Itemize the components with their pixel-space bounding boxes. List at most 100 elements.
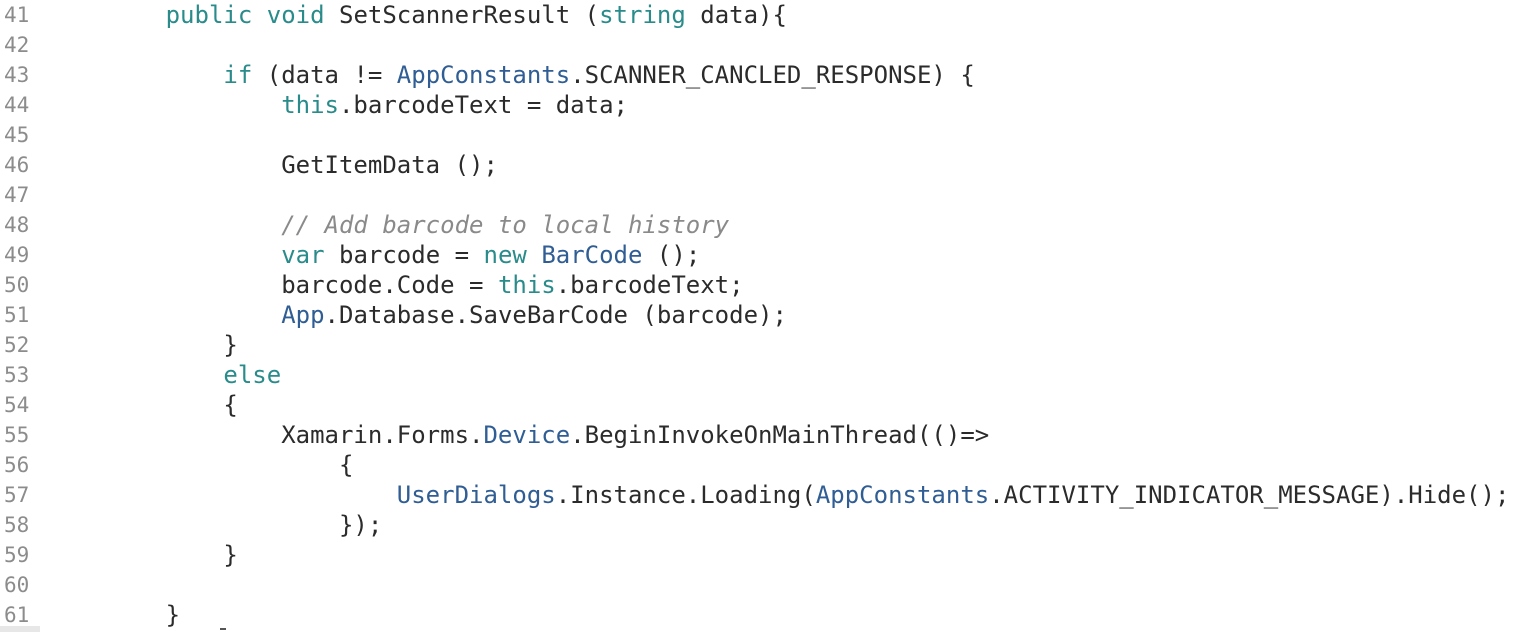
line-number: 46	[4, 153, 30, 177]
code-token-txt: .barcodeText = data;	[338, 91, 628, 119]
code-token-txt: ();	[642, 241, 701, 269]
code-line[interactable]: 47	[0, 180, 1516, 210]
code-line[interactable]: 58 });	[0, 510, 1516, 540]
code-text: var barcode = new BarCode ();	[50, 240, 700, 270]
code-token-txt: .Database.SaveBarCode (barcode);	[324, 301, 787, 329]
line-number: 54	[4, 393, 30, 417]
line-number: 57	[4, 483, 30, 507]
code-text: {	[50, 450, 353, 480]
code-line[interactable]: 41 public void SetScannerResult (string …	[0, 0, 1516, 30]
code-line[interactable]: 44 this.barcodeText = data;	[0, 90, 1516, 120]
code-line[interactable]: 42	[0, 30, 1516, 60]
code-line[interactable]: 49 var barcode = new BarCode ();	[0, 240, 1516, 270]
code-token-kw: this	[497, 271, 556, 299]
code-text: Xamarin.Forms.Device.BeginInvokeOnMainTh…	[50, 420, 989, 450]
code-token-txt: barcode.Code =	[50, 271, 498, 299]
code-line[interactable]: 46 GetItemData ();	[0, 150, 1516, 180]
line-number: 42	[4, 33, 30, 57]
code-line[interactable]: 51 App.Database.SaveBarCode (barcode);	[0, 300, 1516, 330]
line-number: 47	[4, 183, 30, 207]
line-number: 56	[4, 453, 30, 477]
line-number: 55	[4, 423, 30, 447]
code-token-txt: .ACTIVITY_INDICATOR_MESSAGE).Hide();	[989, 481, 1510, 509]
line-number: 51	[4, 303, 30, 327]
code-text: UserDialogs.Instance.Loading(AppConstant…	[50, 480, 1510, 510]
code-line[interactable]: 43 if (data != AppConstants.SCANNER_CANC…	[0, 60, 1516, 90]
line-number: 43	[4, 63, 30, 87]
code-token-kw: string	[599, 1, 686, 29]
code-token-kw: var	[281, 241, 325, 269]
text-cursor	[220, 628, 226, 630]
code-line[interactable]: 59 }	[0, 540, 1516, 570]
code-token-txt: .BeginInvokeOnMainThread(()=>	[570, 421, 990, 449]
line-number: 44	[4, 93, 30, 117]
line-number: 59	[4, 543, 30, 567]
line-number: 48	[4, 213, 30, 237]
code-line[interactable]: 45	[0, 120, 1516, 150]
line-number: 50	[4, 273, 30, 297]
code-text: App.Database.SaveBarCode (barcode);	[50, 300, 787, 330]
code-token-kw: new	[483, 241, 527, 269]
line-number: 41	[4, 3, 30, 27]
code-text: }	[50, 540, 238, 570]
code-token-txt: Xamarin.Forms.	[50, 421, 484, 449]
code-token-txt: (data !=	[252, 61, 397, 89]
code-text: GetItemData ();	[50, 150, 498, 180]
code-text: barcode.Code = this.barcodeText;	[50, 270, 744, 300]
code-line[interactable]: 57 UserDialogs.Instance.Loading(AppConst…	[0, 480, 1516, 510]
code-token-txt: }	[50, 541, 238, 569]
code-text: }	[50, 330, 238, 360]
line-number: 45	[4, 123, 30, 147]
code-token-kw: this	[281, 91, 339, 119]
code-text: });	[50, 510, 382, 540]
code-token-txt: GetItemData ();	[50, 151, 498, 179]
code-editor[interactable]: 41 public void SetScannerResult (string …	[0, 0, 1516, 632]
code-token-txt: {	[50, 391, 238, 419]
code-text: // Add barcode to local history	[50, 210, 729, 240]
code-line[interactable]: 60	[0, 570, 1516, 600]
code-text: }	[50, 600, 180, 630]
code-line[interactable]: 54 {	[0, 390, 1516, 420]
code-text: public void SetScannerResult (string dat…	[50, 0, 787, 30]
code-line[interactable]: 52 }	[0, 330, 1516, 360]
code-text: if (data != AppConstants.SCANNER_CANCLED…	[50, 60, 975, 90]
code-token-kw: void	[266, 1, 325, 29]
code-token-txt: .SCANNER_CANCLED_RESPONSE) {	[570, 61, 975, 89]
code-token-type: BarCode	[541, 241, 643, 269]
code-text: {	[50, 390, 238, 420]
code-token-type: Device	[483, 421, 571, 449]
code-token-txt: .barcodeText;	[555, 271, 744, 299]
code-token-kw: if	[223, 61, 253, 89]
code-token-txt: });	[50, 511, 383, 539]
code-token-txt: data){	[685, 1, 787, 29]
line-number: 49	[4, 243, 30, 267]
code-token-type: UserDialogs	[396, 481, 556, 509]
code-token-type: AppConstants	[396, 61, 571, 89]
code-line[interactable]: 50 barcode.Code = this.barcodeText;	[0, 270, 1516, 300]
code-token-txt: {	[50, 451, 354, 479]
code-line[interactable]: 61 }	[0, 600, 1516, 630]
code-line[interactable]: 48 // Add barcode to local history	[0, 210, 1516, 240]
code-line[interactable]: 53 else	[0, 360, 1516, 390]
code-token-cmt: // Add barcode to local history	[281, 211, 730, 239]
code-line[interactable]: 55 Xamarin.Forms.Device.BeginInvokeOnMai…	[0, 420, 1516, 450]
code-token-txt: .Instance.Loading(	[555, 481, 816, 509]
line-number: 53	[4, 363, 30, 387]
code-token-type: AppConstants	[815, 481, 990, 509]
code-text: this.barcodeText = data;	[50, 90, 628, 120]
line-number: 60	[4, 573, 30, 597]
code-token-txt: }	[50, 331, 238, 359]
line-number: 52	[4, 333, 30, 357]
code-line[interactable]: 56 {	[0, 450, 1516, 480]
code-token-kw: public	[165, 1, 253, 29]
code-token-txt: SetScannerResult (	[324, 1, 600, 29]
